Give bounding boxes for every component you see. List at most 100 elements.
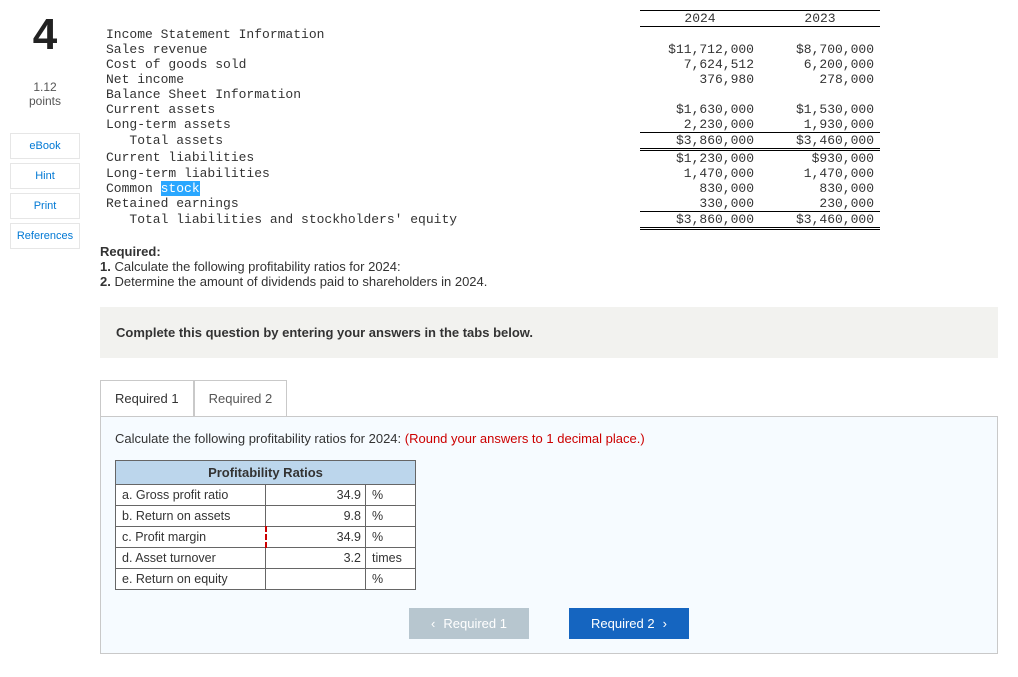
cell-2024: 330,000 xyxy=(640,196,760,212)
table-row: Total assets$3,860,000$3,460,000 xyxy=(100,132,880,149)
ratio-label: d. Asset turnover xyxy=(116,547,266,568)
cell-2023: $3,460,000 xyxy=(760,211,880,228)
ratio-row: a. Gross profit ratio34.9% xyxy=(116,484,416,505)
ratio-label: c. Profit margin xyxy=(116,526,266,547)
tab-content: Calculate the following profitability ra… xyxy=(100,416,998,654)
row-label: Total liabilities and stockholders' equi… xyxy=(100,211,640,228)
row-label: Common stock xyxy=(100,181,640,196)
table-row: Common stock830,000830,000 xyxy=(100,181,880,196)
cell-2024: $3,860,000 xyxy=(640,132,760,149)
ratio-input[interactable]: 9.8 xyxy=(266,505,366,526)
cell-2024: $11,712,000 xyxy=(640,42,760,57)
table-row: Balance Sheet Information xyxy=(100,87,880,102)
cell-2024 xyxy=(640,87,760,102)
ratio-unit: % xyxy=(366,568,416,589)
cell-2023: 1,930,000 xyxy=(760,117,880,133)
table-header-row: 2024 2023 xyxy=(100,11,880,27)
cell-2024: 2,230,000 xyxy=(640,117,760,133)
cell-2024: $3,860,000 xyxy=(640,211,760,228)
financial-statement-table: 2024 2023 Income Statement InformationSa… xyxy=(100,10,880,230)
ratio-row: c. Profit margin34.9% xyxy=(116,526,416,547)
col-year-2024: 2024 xyxy=(640,11,760,27)
question-number: 4 xyxy=(33,10,57,60)
ratio-input[interactable] xyxy=(266,568,366,589)
row-label: Long-term assets xyxy=(100,117,640,133)
required-item-1: Calculate the following profitability ra… xyxy=(114,259,400,274)
table-row: Sales revenue$11,712,000$8,700,000 xyxy=(100,42,880,57)
chevron-right-icon: › xyxy=(663,616,667,631)
table-row: Retained earnings330,000230,000 xyxy=(100,196,880,212)
required-item-2: Determine the amount of dividends paid t… xyxy=(114,274,487,289)
ratio-input[interactable]: 3.2 xyxy=(266,547,366,568)
row-label: Income Statement Information xyxy=(100,27,640,42)
ratio-input[interactable]: 34.9 xyxy=(266,526,366,547)
row-label: Cost of goods sold xyxy=(100,57,640,72)
left-rail: 4 1.12 points eBook Hint Print References xyxy=(0,0,90,654)
ratio-row: b. Return on assets9.8% xyxy=(116,505,416,526)
cell-2023: $3,460,000 xyxy=(760,132,880,149)
row-label: Balance Sheet Information xyxy=(100,87,640,102)
row-label: Total assets xyxy=(100,132,640,149)
ratio-row: e. Return on equity% xyxy=(116,568,416,589)
ratio-table-header: Profitability Ratios xyxy=(116,460,416,484)
ratio-unit: times xyxy=(366,547,416,568)
cell-2024: 7,624,512 xyxy=(640,57,760,72)
side-button-hint[interactable]: Hint xyxy=(10,163,80,189)
cell-2024: 376,980 xyxy=(640,72,760,87)
cell-2024 xyxy=(640,27,760,42)
tab-required-2[interactable]: Required 2 xyxy=(194,380,288,416)
cell-2023: $8,700,000 xyxy=(760,42,880,57)
ratio-table: Profitability Ratios a. Gross profit rat… xyxy=(115,460,416,590)
table-row: Cost of goods sold7,624,5126,200,000 xyxy=(100,57,880,72)
cell-2024: 830,000 xyxy=(640,181,760,196)
cell-2023: $1,530,000 xyxy=(760,102,880,117)
cell-2023: $930,000 xyxy=(760,149,880,166)
side-button-print[interactable]: Print xyxy=(10,193,80,219)
tabs: Required 1 Required 2 xyxy=(100,380,998,416)
points-block: 1.12 points xyxy=(29,80,61,109)
ratio-row: d. Asset turnover3.2times xyxy=(116,547,416,568)
chevron-left-icon: ‹ xyxy=(431,616,435,631)
cell-2024: $1,230,000 xyxy=(640,149,760,166)
ratio-label: b. Return on assets xyxy=(116,505,266,526)
cell-2023: 278,000 xyxy=(760,72,880,87)
col-year-2023: 2023 xyxy=(760,11,880,27)
tab-prompt-note: (Round your answers to 1 decimal place.) xyxy=(405,431,645,446)
table-row: Long-term assets2,230,0001,930,000 xyxy=(100,117,880,133)
instruction-bar: Complete this question by entering your … xyxy=(100,307,998,358)
cell-2023 xyxy=(760,87,880,102)
ratio-label: a. Gross profit ratio xyxy=(116,484,266,505)
table-row: Long-term liabilities1,470,0001,470,000 xyxy=(100,166,880,181)
tab-prompt-text: Calculate the following profitability ra… xyxy=(115,431,405,446)
row-label: Current liabilities xyxy=(100,149,640,166)
cell-2023: 1,470,000 xyxy=(760,166,880,181)
cell-2024: 1,470,000 xyxy=(640,166,760,181)
table-row: Income Statement Information xyxy=(100,27,880,42)
next-button-label: Required 2 xyxy=(591,616,655,631)
side-button-ebook[interactable]: eBook xyxy=(10,133,80,159)
prev-button-label: Required 1 xyxy=(443,616,507,631)
points-value: 1.12 xyxy=(29,80,61,94)
ratio-input[interactable]: 34.9 xyxy=(266,484,366,505)
cell-2024: $1,630,000 xyxy=(640,102,760,117)
row-label: Sales revenue xyxy=(100,42,640,57)
nav-buttons: ‹ Required 1 Required 2 › xyxy=(115,608,983,639)
cell-2023: 6,200,000 xyxy=(760,57,880,72)
tab-required-1[interactable]: Required 1 xyxy=(100,380,194,416)
ratio-label: e. Return on equity xyxy=(116,568,266,589)
table-row: Net income376,980278,000 xyxy=(100,72,880,87)
row-label: Retained earnings xyxy=(100,196,640,212)
table-row: Total liabilities and stockholders' equi… xyxy=(100,211,880,228)
tab-prompt: Calculate the following profitability ra… xyxy=(115,431,983,446)
row-label: Net income xyxy=(100,72,640,87)
prev-button[interactable]: ‹ Required 1 xyxy=(409,608,529,639)
required-heading: Required: xyxy=(100,244,161,259)
table-row: Current assets$1,630,000$1,530,000 xyxy=(100,102,880,117)
cell-2023 xyxy=(760,27,880,42)
ratio-unit: % xyxy=(366,484,416,505)
side-button-references[interactable]: References xyxy=(10,223,80,249)
points-label: points xyxy=(29,94,61,108)
next-button[interactable]: Required 2 › xyxy=(569,608,689,639)
table-row: Current liabilities$1,230,000$930,000 xyxy=(100,149,880,166)
required-block: Required: 1. Calculate the following pro… xyxy=(100,244,998,289)
